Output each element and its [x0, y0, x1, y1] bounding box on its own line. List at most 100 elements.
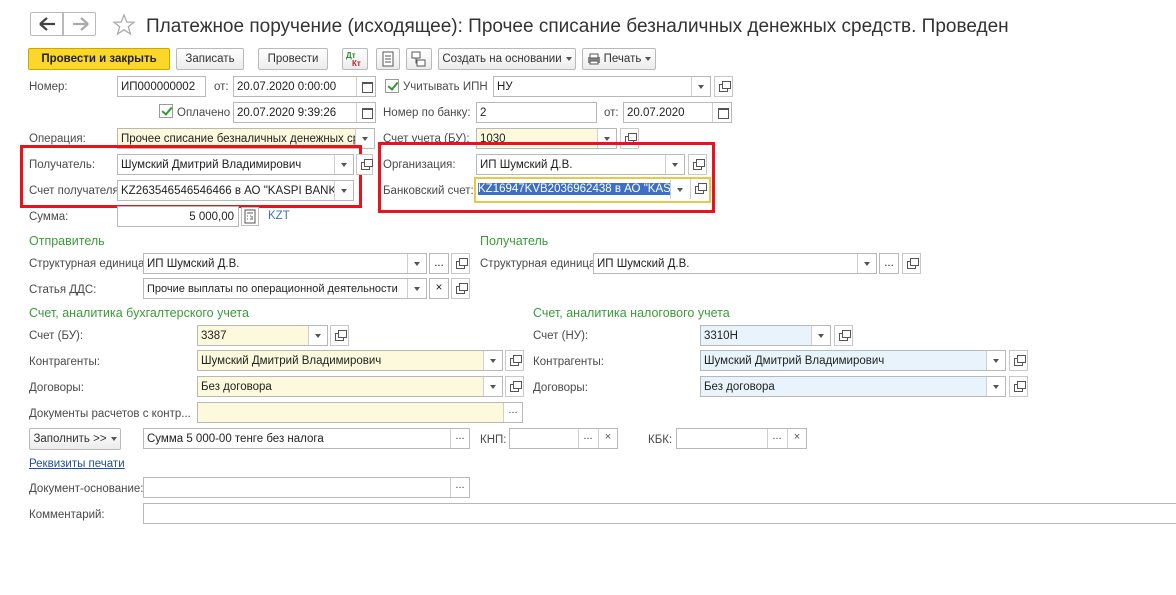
open-icon[interactable]: [834, 325, 853, 346]
kbk-pick-button[interactable]: ...: [767, 429, 786, 448]
create-based-on-label: Создать на основании: [442, 53, 562, 65]
open-icon[interactable]: [688, 154, 707, 175]
sender-unit-pick-button[interactable]: ...: [429, 253, 449, 274]
calendar-icon[interactable]: [356, 77, 375, 96]
print-requisites-link[interactable]: Реквизиты печати: [29, 458, 125, 470]
print-button[interactable]: Печать: [582, 48, 656, 70]
bank-date-field[interactable]: 20.07.2020: [623, 102, 732, 123]
post-and-close-button[interactable]: Провести и закрыть: [28, 48, 170, 70]
open-icon[interactable]: [330, 325, 349, 346]
kbk-label: КБК:: [648, 434, 673, 446]
recipient-account-label: Счет получателя:: [29, 185, 122, 197]
receiver-unit-label: Структурная единица:: [480, 258, 599, 270]
chevron-down-icon[interactable]: [670, 180, 689, 199]
bu-contragents-label: Контрагенты:: [29, 356, 100, 368]
back-button[interactable]: [30, 12, 63, 36]
structure-button[interactable]: [406, 48, 432, 70]
chevron-down-icon[interactable]: [334, 181, 353, 200]
bank-account-select[interactable]: KZ16947KVB2036962438 в АО "KASP: [474, 177, 711, 203]
dds-select[interactable]: Прочие выплаты по операционной деятельно…: [143, 278, 427, 299]
open-icon[interactable]: [505, 350, 524, 371]
chevron-down-icon[interactable]: [407, 254, 426, 273]
open-icon[interactable]: [714, 76, 733, 97]
chevron-down-icon[interactable]: [665, 155, 684, 174]
paid-checkbox[interactable]: [159, 104, 173, 118]
recipient-select[interactable]: Шумский Дмитрий Владимирович: [117, 154, 354, 175]
base-doc-field[interactable]: ...: [143, 477, 470, 498]
fill-button-label: Заполнить >>: [33, 433, 107, 445]
ipn-select[interactable]: НУ: [493, 76, 711, 97]
bu-account-select[interactable]: 3387: [197, 325, 328, 346]
paid-label: Оплачено: [177, 107, 231, 119]
kbk-clear-icon[interactable]: ×: [787, 429, 806, 448]
nu-contragents-select[interactable]: Шумский Дмитрий Владимирович: [700, 350, 1006, 371]
chevron-down-icon[interactable]: [986, 351, 1005, 370]
dt-kt-icon: ДтКт: [346, 51, 361, 68]
receiver-unit-select[interactable]: ИП Шумский Д.В.: [593, 253, 877, 274]
receiver-unit-pick-button[interactable]: ...: [879, 253, 899, 274]
paid-date-field[interactable]: 20.07.2020 9:39:26: [233, 102, 376, 123]
date-field[interactable]: 20.07.2020 0:00:00: [233, 76, 376, 97]
chevron-down-icon[interactable]: [407, 279, 426, 298]
knp-field[interactable]: ... ×: [509, 428, 618, 449]
report-button[interactable]: [376, 48, 400, 70]
comment-field[interactable]: [143, 503, 1176, 524]
organization-select[interactable]: ИП Шумский Д.В.: [476, 154, 685, 175]
calendar-icon[interactable]: [356, 103, 375, 122]
fill-button[interactable]: Заполнить >>: [29, 428, 121, 450]
nu-title: Счет, аналитика налогового учета: [533, 306, 730, 320]
post-button[interactable]: Провести: [258, 48, 328, 70]
chevron-down-icon[interactable]: [857, 254, 876, 273]
chevron-down-icon[interactable]: [308, 326, 327, 345]
receiver-unit-value: ИП Шумский Д.В.: [597, 258, 690, 270]
sender-unit-label: Структурная единица:: [29, 258, 148, 270]
kbk-field[interactable]: ... ×: [676, 428, 807, 449]
chevron-down-icon[interactable]: [483, 351, 502, 370]
comment-label: Комментарий:: [29, 509, 105, 521]
recipient-value: Шумский Дмитрий Владимирович: [121, 159, 302, 171]
save-button[interactable]: Записать: [176, 48, 244, 70]
open-icon[interactable]: [505, 376, 524, 397]
ipn-checkbox[interactable]: [385, 79, 399, 93]
docs-pick-button[interactable]: ...: [503, 403, 522, 422]
dds-value: Прочие выплаты по операционной деятельно…: [147, 283, 398, 295]
chevron-down-icon[interactable]: [334, 155, 353, 174]
chevron-down-icon[interactable]: [483, 377, 502, 396]
sender-unit-select[interactable]: ИП Шумский Д.В.: [143, 253, 427, 274]
bu-contracts-select[interactable]: Без договора: [197, 376, 503, 397]
sum-field[interactable]: 5 000,00: [117, 206, 239, 227]
knp-pick-button[interactable]: ...: [578, 429, 597, 448]
open-icon[interactable]: [902, 253, 921, 274]
forward-button[interactable]: [63, 12, 96, 36]
bu-contragents-select[interactable]: Шумский Дмитрий Владимирович: [197, 350, 503, 371]
purpose-field[interactable]: Сумма 5 000-00 тенге без налога...: [143, 428, 470, 449]
nu-contracts-select[interactable]: Без договора: [700, 376, 1006, 397]
chevron-down-icon[interactable]: [811, 326, 830, 345]
dt-kt-button[interactable]: Дт Кт: [342, 48, 368, 70]
create-based-on-button[interactable]: Создать на основании: [438, 48, 576, 70]
open-icon[interactable]: [1009, 350, 1028, 371]
open-icon[interactable]: [451, 253, 470, 274]
dds-clear-button[interactable]: ×: [429, 278, 449, 299]
docs-field[interactable]: ...: [197, 402, 523, 423]
open-icon[interactable]: [451, 278, 470, 299]
star-icon[interactable]: [112, 13, 136, 37]
calendar-icon[interactable]: [712, 103, 731, 122]
chevron-down-icon: [645, 56, 652, 61]
recipient-account-select[interactable]: KZ263546546546466 в АО "KASPI BANK": [117, 180, 354, 201]
page-title: Платежное поручение (исходящее): Прочее …: [146, 16, 1009, 37]
nu-account-select[interactable]: 3310Н: [700, 325, 831, 346]
bank-account-label: Банковский счет:: [383, 185, 474, 197]
bank-number-field[interactable]: 2: [476, 102, 597, 123]
open-icon[interactable]: [1009, 376, 1028, 397]
calculator-icon[interactable]: [241, 207, 259, 226]
bu-contragents-value: Шумский Дмитрий Владимирович: [201, 355, 382, 367]
open-icon[interactable]: [690, 179, 709, 199]
purpose-pick-button[interactable]: ...: [450, 429, 469, 448]
open-icon[interactable]: [356, 154, 373, 175]
base-doc-pick-button[interactable]: ...: [450, 478, 469, 497]
number-field[interactable]: ИП000000002: [117, 76, 206, 97]
knp-clear-icon[interactable]: ×: [598, 429, 617, 448]
chevron-down-icon[interactable]: [986, 377, 1005, 396]
chevron-down-icon[interactable]: [691, 77, 710, 96]
